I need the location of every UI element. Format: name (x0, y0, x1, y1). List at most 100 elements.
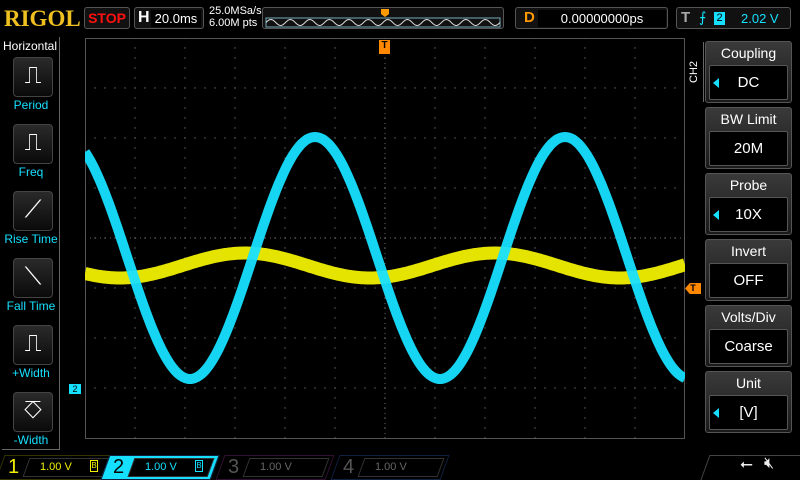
memory-overview[interactable] (262, 7, 504, 29)
trigger-box[interactable]: T ⨍ 2 2.02 V (676, 7, 791, 29)
trigger-position-marker[interactable]: T (379, 40, 390, 54)
trigger-level-marker[interactable]: T (685, 283, 701, 294)
grid-dot (334, 357, 336, 359)
grid-dot (584, 437, 586, 439)
grid-dot (214, 137, 216, 139)
grid-dot (584, 67, 586, 69)
measure-period-button[interactable]: ⎍ (13, 57, 53, 97)
menu-item-label: Probe (729, 177, 768, 193)
grid-dot (184, 147, 186, 149)
grid-dot (274, 87, 276, 89)
grid-dot (344, 187, 346, 189)
menu-item-value: Coarse (709, 329, 788, 364)
grid-dot (434, 117, 436, 119)
menu-coupling[interactable]: Coupling DC (705, 41, 792, 103)
menu-unit[interactable]: Unit [V] (705, 371, 792, 433)
grid-dot (404, 287, 406, 289)
grid-dot (184, 137, 186, 139)
grid-dot (414, 287, 416, 289)
channel-3-button[interactable]: 3 1.00 V (215, 455, 335, 480)
menu-bw-limit[interactable]: BW Limit 20M (705, 107, 792, 169)
grid-dot (134, 407, 136, 409)
grid-dot (404, 87, 406, 89)
grid-dot (204, 287, 206, 289)
channel-2-button[interactable]: 2 1.00 V B (100, 455, 220, 480)
grid-dot (284, 417, 286, 419)
menu-item-value: DC (709, 65, 788, 100)
waveform-display[interactable] (85, 38, 685, 439)
grid-dot (134, 217, 136, 219)
grid-dot (484, 347, 486, 349)
grid-dot (234, 227, 236, 229)
grid-dot (584, 377, 586, 379)
grid-dot (594, 387, 596, 389)
grid-dot (334, 377, 336, 379)
grid-dot (234, 127, 236, 129)
grid-dot (494, 387, 496, 389)
grid-dot (284, 127, 286, 129)
grid-dot (354, 87, 356, 89)
grid-dot (344, 387, 346, 389)
grid-dot (624, 287, 626, 289)
channel-number: 1 (8, 456, 20, 478)
grid-dot (334, 297, 336, 299)
grid-dot (404, 387, 406, 389)
menu-volts-div[interactable]: Volts/Div Coarse (705, 305, 792, 367)
value-text: [V] (739, 404, 758, 421)
grid-dot (254, 287, 256, 289)
grid-dot (534, 197, 536, 199)
grid-dot (134, 387, 136, 389)
grid-dot (164, 187, 166, 189)
grid-dot (104, 287, 106, 289)
measure-fall-time-button[interactable]: ⟍ (13, 258, 53, 298)
grid-dot (634, 247, 636, 249)
grid-dot (484, 327, 486, 329)
measure-label: Rise Time (4, 232, 58, 246)
measure-freq-button[interactable]: ⎍ (13, 124, 53, 164)
delay-box[interactable]: D 0.00000000ps (515, 7, 668, 29)
grid-dot (564, 287, 566, 289)
grid-dot (334, 417, 336, 419)
grid-dot (664, 337, 666, 339)
grid-dot (634, 197, 636, 199)
run-stop-status[interactable]: STOP (84, 7, 130, 29)
grid-dot (564, 87, 566, 89)
grid-dot (184, 107, 186, 109)
menu-probe[interactable]: Probe 10X (705, 173, 792, 235)
grid-dot (234, 87, 236, 89)
grid-dot (634, 47, 636, 49)
grid-dot (124, 137, 126, 139)
timebase-box[interactable]: H 20.0ms (134, 7, 204, 29)
grid-dot (284, 297, 286, 299)
grid-dot (334, 67, 336, 69)
menu-invert[interactable]: Invert OFF (705, 239, 792, 301)
measure-pos-width-button[interactable]: ⎍ (13, 325, 53, 365)
grid-dot (134, 427, 136, 429)
grid-dot (434, 307, 436, 309)
grid-dot (534, 427, 536, 429)
grid-dot (184, 387, 186, 389)
grid-dot (144, 87, 146, 89)
grid-dot (534, 357, 536, 359)
grid-dot (394, 287, 396, 289)
channel-1-button[interactable]: 1 1.00 V B (0, 455, 115, 480)
grid-dot (454, 137, 456, 139)
measure-neg-width-button[interactable]: ⎏ (13, 392, 53, 432)
grid-dot (284, 57, 286, 59)
grid-dot (584, 367, 586, 369)
grid-dot (484, 77, 486, 79)
grid-dot (644, 187, 646, 189)
grid-dot (234, 187, 236, 189)
channel-4-button[interactable]: 4 1.00 V (330, 455, 450, 480)
grid-dot (614, 187, 616, 189)
ch2-ground-marker[interactable]: 2 (69, 384, 81, 394)
grid-dot (484, 137, 486, 139)
grid-dot (104, 387, 106, 389)
measure-rise-time-button[interactable]: ⟋ (13, 191, 53, 231)
grid-dot (244, 187, 246, 189)
menu-item-value: [V] (709, 395, 788, 430)
grid-dot (434, 97, 436, 99)
grid-dot (134, 157, 136, 159)
grid-dot (434, 357, 436, 359)
grid-dot (144, 337, 146, 339)
